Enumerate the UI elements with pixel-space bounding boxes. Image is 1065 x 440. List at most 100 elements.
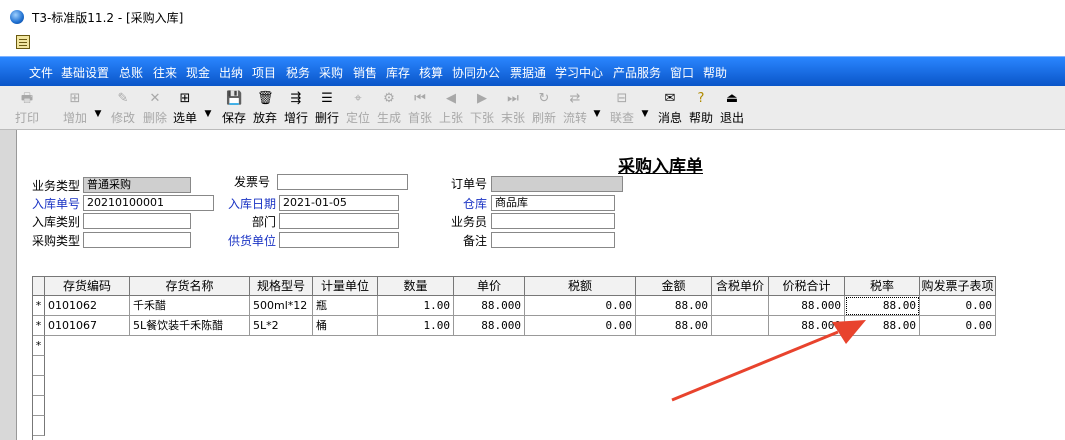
col-header-tax[interactable]: 税额 xyxy=(525,276,636,296)
menu-basic-settings[interactable]: 基础设置 xyxy=(61,64,109,81)
delete-row-icon: ☰ xyxy=(321,91,333,106)
receipt-category-field[interactable] xyxy=(83,213,191,229)
cell-rate[interactable]: 88.00 xyxy=(845,316,920,336)
warehouse-field[interactable]: 商品库 xyxy=(491,195,615,211)
exit-button[interactable]: ⏏ 退出 xyxy=(717,91,747,127)
cell-name[interactable]: 千禾醋 xyxy=(130,296,250,316)
col-header-total[interactable]: 价税合计 xyxy=(769,276,845,296)
cell-price[interactable]: 88.000 xyxy=(454,296,525,316)
cell-amount[interactable]: 88.00 xyxy=(636,296,712,316)
col-header-spec[interactable]: 规格型号 xyxy=(250,276,313,296)
col-header-invoice-sub[interactable]: 购发票子表项 xyxy=(920,276,996,296)
prev-button[interactable]: ◀ 上张 xyxy=(436,91,466,127)
col-header-price[interactable]: 单价 xyxy=(454,276,525,296)
cell-amount[interactable]: 88.00 xyxy=(636,316,712,336)
cell-invoice-sub[interactable]: 0.00 xyxy=(920,296,996,316)
menu-window[interactable]: 窗口 xyxy=(670,64,694,81)
menu-product-service[interactable]: 产品服务 xyxy=(613,64,661,81)
cell-unit[interactable]: 桶 xyxy=(313,316,378,336)
menu-sales[interactable]: 销售 xyxy=(353,64,377,81)
department-field[interactable] xyxy=(279,213,399,229)
delete-row-button[interactable]: ☰ 删行 xyxy=(312,91,342,127)
cell-price[interactable]: 88.000 xyxy=(454,316,525,336)
cell-code[interactable]: 0101062 xyxy=(45,296,130,316)
cell-spec[interactable]: 500ml*12 xyxy=(250,296,313,316)
cell-tax[interactable]: 0.00 xyxy=(525,296,636,316)
purchase-type-field[interactable] xyxy=(83,232,191,248)
empty-row-header[interactable] xyxy=(33,416,45,436)
print-button[interactable]: 🖶 打印 xyxy=(12,91,42,127)
remark-field[interactable] xyxy=(491,232,615,248)
col-header-name[interactable]: 存货名称 xyxy=(130,276,250,296)
document-icon[interactable] xyxy=(16,35,30,49)
save-button[interactable]: 💾 保存 xyxy=(219,91,249,127)
add-dropdown-arrow-icon[interactable]: ▼ xyxy=(92,108,104,120)
cell-qty[interactable]: 1.00 xyxy=(378,296,454,316)
salesperson-field[interactable] xyxy=(491,213,615,229)
cell-spec[interactable]: 5L*2 xyxy=(250,316,313,336)
col-header-unit[interactable]: 计量单位 xyxy=(313,276,378,296)
menu-file[interactable]: 文件 xyxy=(29,64,53,81)
row-marker[interactable]: * xyxy=(33,316,45,336)
query-button[interactable]: ⊟ 联查 xyxy=(607,91,637,127)
menu-cashier[interactable]: 出纳 xyxy=(219,64,243,81)
cell-total[interactable]: 88.000 xyxy=(769,296,845,316)
menu-receivables[interactable]: 往来 xyxy=(153,64,177,81)
col-header-amount[interactable]: 金额 xyxy=(636,276,712,296)
menu-purchase[interactable]: 采购 xyxy=(319,64,343,81)
invoice-no-field[interactable] xyxy=(277,174,408,190)
menu-help[interactable]: 帮助 xyxy=(703,64,727,81)
cell-tax-price[interactable] xyxy=(712,316,769,336)
menu-inventory[interactable]: 库存 xyxy=(386,64,410,81)
cell-unit[interactable]: 瓶 xyxy=(313,296,378,316)
menu-invoice-service[interactable]: 票据通 xyxy=(510,64,546,81)
select-button[interactable]: ⊞ 选单 xyxy=(170,91,200,127)
menu-project[interactable]: 项目 xyxy=(252,64,276,81)
cell-tax[interactable]: 0.00 xyxy=(525,316,636,336)
new-row-marker[interactable]: * xyxy=(33,336,45,356)
add-row-button[interactable]: ⇶ 增行 xyxy=(281,91,311,127)
empty-row-header[interactable] xyxy=(33,396,45,416)
next-button[interactable]: ▶ 下张 xyxy=(467,91,497,127)
message-button[interactable]: ✉ 消息 xyxy=(655,91,685,127)
select-dropdown-arrow-icon[interactable]: ▼ xyxy=(202,108,214,120)
refresh-button[interactable]: ↻ 刷新 xyxy=(529,91,559,127)
delete-button[interactable]: ✕ 删除 xyxy=(140,91,170,127)
menu-cash[interactable]: 现金 xyxy=(186,64,210,81)
help-button[interactable]: ? 帮助 xyxy=(686,91,716,127)
modify-button[interactable]: ✎ 修改 xyxy=(108,91,138,127)
flow-dropdown-arrow-icon[interactable]: ▼ xyxy=(591,108,603,120)
cell-total[interactable]: 88.000 xyxy=(769,316,845,336)
menu-tax[interactable]: 税务 xyxy=(286,64,310,81)
supplier-field[interactable] xyxy=(279,232,399,248)
add-button[interactable]: ⊞ 增加 xyxy=(60,91,90,127)
generate-button[interactable]: ⚙ 生成 xyxy=(374,91,404,127)
col-header-code[interactable]: 存货编码 xyxy=(45,276,130,296)
cell-rate-selected[interactable]: 88.00 xyxy=(845,296,920,316)
flow-button[interactable]: ⇄ 流转 xyxy=(560,91,590,127)
menu-learning-center[interactable]: 学习中心 xyxy=(555,64,603,81)
empty-row-header[interactable] xyxy=(33,376,45,396)
cell-qty[interactable]: 1.00 xyxy=(378,316,454,336)
menu-collaboration[interactable]: 协同办公 xyxy=(452,64,500,81)
locate-button[interactable]: ⌖ 定位 xyxy=(343,91,373,127)
discard-button[interactable]: 🗑 放弃 xyxy=(250,91,280,127)
business-type-field[interactable]: 普通采购 xyxy=(83,177,191,193)
col-header-rate[interactable]: 税率 xyxy=(845,276,920,296)
col-header-qty[interactable]: 数量 xyxy=(378,276,454,296)
cell-invoice-sub[interactable]: 0.00 xyxy=(920,316,996,336)
receipt-no-field[interactable]: 20210100001 xyxy=(83,195,214,211)
row-marker[interactable]: * xyxy=(33,296,45,316)
cell-tax-price[interactable] xyxy=(712,296,769,316)
menu-general-ledger[interactable]: 总账 xyxy=(119,64,143,81)
cell-name[interactable]: 5L餐饮装千禾陈醋 xyxy=(130,316,250,336)
order-no-field[interactable] xyxy=(491,176,623,192)
menu-costing[interactable]: 核算 xyxy=(419,64,443,81)
col-header-tax-price[interactable]: 含税单价 xyxy=(712,276,769,296)
first-button[interactable]: ⏮ 首张 xyxy=(405,91,435,127)
cell-code[interactable]: 0101067 xyxy=(45,316,130,336)
receipt-date-field[interactable]: 2021-01-05 xyxy=(279,195,399,211)
query-dropdown-arrow-icon[interactable]: ▼ xyxy=(639,108,651,120)
last-button[interactable]: ⏭ 末张 xyxy=(498,91,528,127)
empty-row-header[interactable] xyxy=(33,356,45,376)
